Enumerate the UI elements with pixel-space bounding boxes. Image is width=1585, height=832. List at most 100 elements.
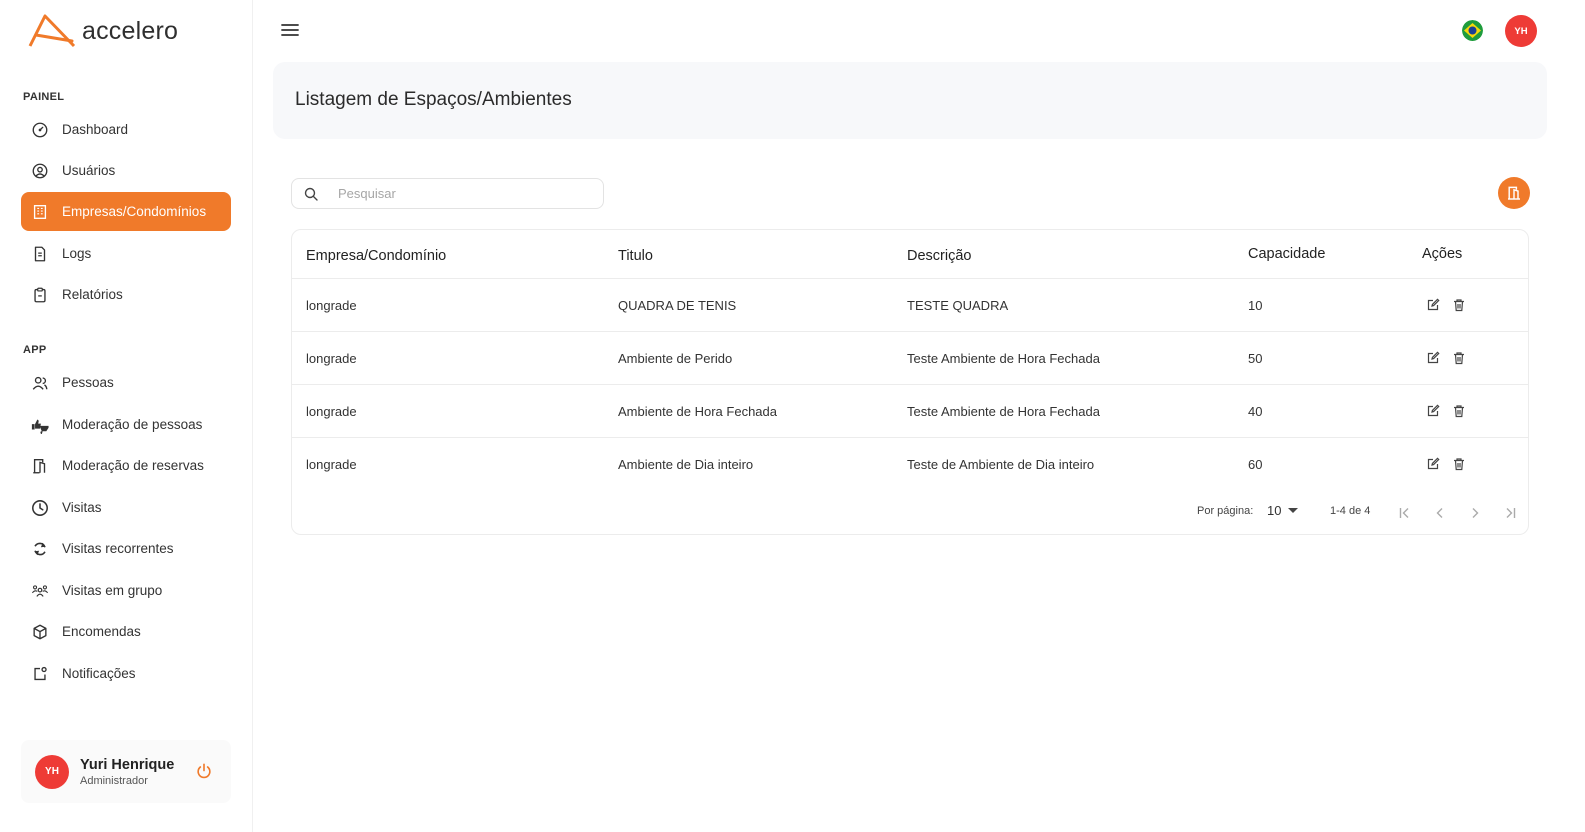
sidebar-item-label: Relatórios xyxy=(62,287,123,302)
sidebar-item-pessoas[interactable]: Pessoas xyxy=(21,363,231,402)
sidebar-item-empresas[interactable]: Empresas/Condomínios xyxy=(21,192,231,231)
edit-icon[interactable] xyxy=(1426,457,1440,471)
cell-descricao: Teste Ambiente de Hora Fechada xyxy=(907,404,1100,419)
user-role: Administrador xyxy=(80,774,148,787)
cell-empresa: longrade xyxy=(306,351,357,366)
next-page-icon[interactable] xyxy=(1468,506,1482,520)
previous-page-icon[interactable] xyxy=(1433,506,1447,520)
per-page-select[interactable]: 10 xyxy=(1267,503,1299,518)
search-box[interactable] xyxy=(291,178,604,209)
first-page-icon[interactable] xyxy=(1398,506,1412,520)
door-icon xyxy=(30,456,50,476)
sidebar-item-visitas-recorrentes[interactable]: Visitas recorrentes xyxy=(21,529,231,568)
add-space-button[interactable] xyxy=(1498,177,1530,209)
spaces-table: Empresa/Condomínio Titulo Descrição Capa… xyxy=(291,229,1529,535)
user-card[interactable]: YH Yuri Henrique Administrador xyxy=(21,740,231,803)
search-icon xyxy=(304,187,318,201)
sidebar-item-usuarios[interactable]: Usuários xyxy=(21,151,231,190)
page-header: Listagem de Espaços/Ambientes xyxy=(273,62,1547,139)
sidebar-item-label: Pessoas xyxy=(62,375,114,390)
cell-capacidade: 60 xyxy=(1248,457,1263,472)
page-title: Listagem de Espaços/Ambientes xyxy=(295,89,572,110)
edit-icon[interactable] xyxy=(1426,298,1440,312)
group-icon xyxy=(30,581,50,601)
sidebar-item-moderacao-pessoas[interactable]: Moderação de pessoas xyxy=(21,405,231,444)
clock-icon xyxy=(30,498,50,518)
sidebar-item-label: Visitas recorrentes xyxy=(62,541,174,556)
cell-titulo: Ambiente de Hora Fechada xyxy=(618,404,777,419)
column-header-capacidade[interactable]: Capacidade xyxy=(1248,246,1325,262)
package-icon xyxy=(30,622,50,642)
page-range: 1-4 de 4 xyxy=(1330,505,1371,517)
cell-titulo: Ambiente de Perido xyxy=(618,351,733,366)
cell-empresa: longrade xyxy=(306,298,357,313)
sidebar-item-label: Moderação de pessoas xyxy=(62,417,203,432)
sidebar-item-visitas-grupo[interactable]: Visitas em grupo xyxy=(21,571,231,610)
header-divider xyxy=(292,278,1528,279)
sidebar-item-visitas[interactable]: Visitas xyxy=(21,488,231,527)
cell-titulo: Ambiente de Dia inteiro xyxy=(618,457,754,472)
row-divider xyxy=(292,437,1528,438)
sidebar-item-dashboard[interactable]: Dashboard xyxy=(21,110,231,149)
row-divider xyxy=(292,331,1528,332)
sidebar-item-label: Visitas xyxy=(62,500,102,515)
search-input[interactable] xyxy=(338,186,588,201)
per-page-label: Por página: xyxy=(1197,505,1254,517)
cell-descricao: Teste de Ambiente de Dia inteiro xyxy=(907,457,1095,472)
sidebar-item-label: Usuários xyxy=(62,163,116,178)
file-icon xyxy=(30,244,50,264)
top-avatar[interactable]: YH xyxy=(1505,15,1537,47)
trash-icon[interactable] xyxy=(1452,404,1466,418)
sidebar-item-label: Dashboard xyxy=(62,122,129,137)
avatar[interactable]: YH xyxy=(35,754,69,789)
edit-icon[interactable] xyxy=(1426,404,1440,418)
cell-capacidade: 40 xyxy=(1248,404,1263,419)
cell-descricao: TESTE QUADRA xyxy=(907,298,1009,313)
sidebar-item-moderacao-reservas[interactable]: Moderação de reservas xyxy=(21,446,231,485)
sidebar-item-label: Logs xyxy=(62,246,92,261)
trash-icon[interactable] xyxy=(1452,351,1466,365)
section-label-app: APP xyxy=(23,344,47,356)
cell-titulo: QUADRA DE TENIS xyxy=(618,298,737,313)
sidebar-item-relatorios[interactable]: Relatórios xyxy=(21,275,231,314)
column-header-descricao[interactable]: Descrição xyxy=(907,248,971,264)
sidebar-item-label: Encomendas xyxy=(62,624,141,639)
menu-icon[interactable] xyxy=(281,22,299,38)
notification-icon xyxy=(30,664,50,684)
brazil-flag-icon[interactable] xyxy=(1462,20,1483,41)
cell-empresa: longrade xyxy=(306,404,357,419)
sidebar-item-encomendas[interactable]: Encomendas xyxy=(21,612,231,651)
sidebar-item-label: Notificações xyxy=(62,666,136,681)
cell-capacidade: 10 xyxy=(1248,298,1263,313)
app-name: accelero xyxy=(82,16,179,45)
caret-down-icon xyxy=(1288,507,1299,513)
row-divider xyxy=(292,384,1528,385)
trash-icon[interactable] xyxy=(1452,457,1466,471)
clipboard-icon xyxy=(30,285,50,305)
door-icon xyxy=(1508,186,1520,200)
sidebar: accelero PAINEL Dashboard Usuários Empre… xyxy=(0,0,253,832)
sidebar-item-label: Empresas/Condomínios xyxy=(62,204,207,219)
sidebar-item-notificacoes[interactable]: Notificações xyxy=(21,654,231,693)
section-label-painel: PAINEL xyxy=(23,91,65,103)
trash-icon[interactable] xyxy=(1452,298,1466,312)
dashboard-icon xyxy=(30,120,50,140)
sidebar-item-label: Visitas em grupo xyxy=(62,583,163,598)
column-header-acoes: Ações xyxy=(1422,246,1463,262)
sidebar-item-logs[interactable]: Logs xyxy=(21,234,231,273)
building-icon xyxy=(30,202,50,222)
user-name: Yuri Henrique xyxy=(80,756,175,773)
per-page-value: 10 xyxy=(1267,503,1282,518)
column-header-titulo[interactable]: Titulo xyxy=(618,248,653,264)
logo-mark-icon xyxy=(28,14,76,48)
last-page-icon[interactable] xyxy=(1503,506,1517,520)
app-logo[interactable]: accelero xyxy=(28,12,178,50)
power-icon[interactable] xyxy=(195,762,213,780)
user-circle-icon xyxy=(30,161,50,181)
people-icon xyxy=(30,373,50,393)
edit-icon[interactable] xyxy=(1426,351,1440,365)
cell-empresa: longrade xyxy=(306,457,357,472)
refresh-icon xyxy=(30,539,50,559)
column-header-empresa[interactable]: Empresa/Condomínio xyxy=(306,248,446,264)
sidebar-item-label: Moderação de reservas xyxy=(62,458,204,473)
